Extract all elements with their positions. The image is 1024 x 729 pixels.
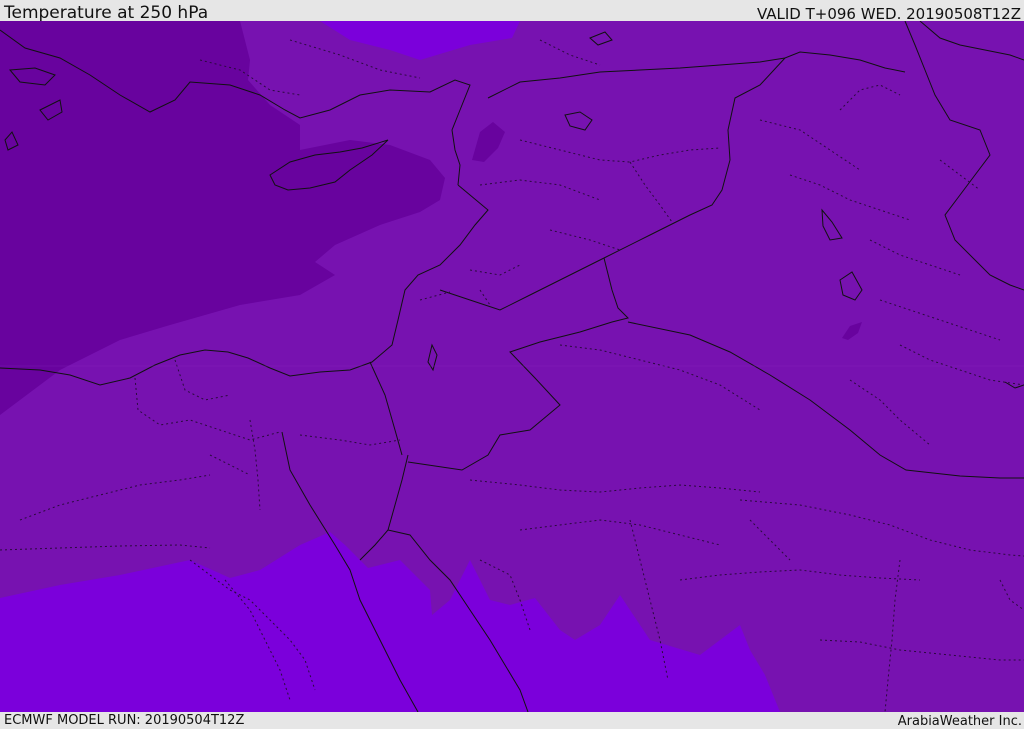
credit-label: ArabiaWeather Inc. [897,714,1022,729]
map-title: Temperature at 250 hPa [4,3,209,23]
map-canvas[interactable] [0,21,1024,712]
model-run-label: ECMWF MODEL RUN: 20190504T12Z [4,713,245,728]
weather-map-page: Temperature at 250 hPa VALID T+096 WED. … [0,0,1024,729]
